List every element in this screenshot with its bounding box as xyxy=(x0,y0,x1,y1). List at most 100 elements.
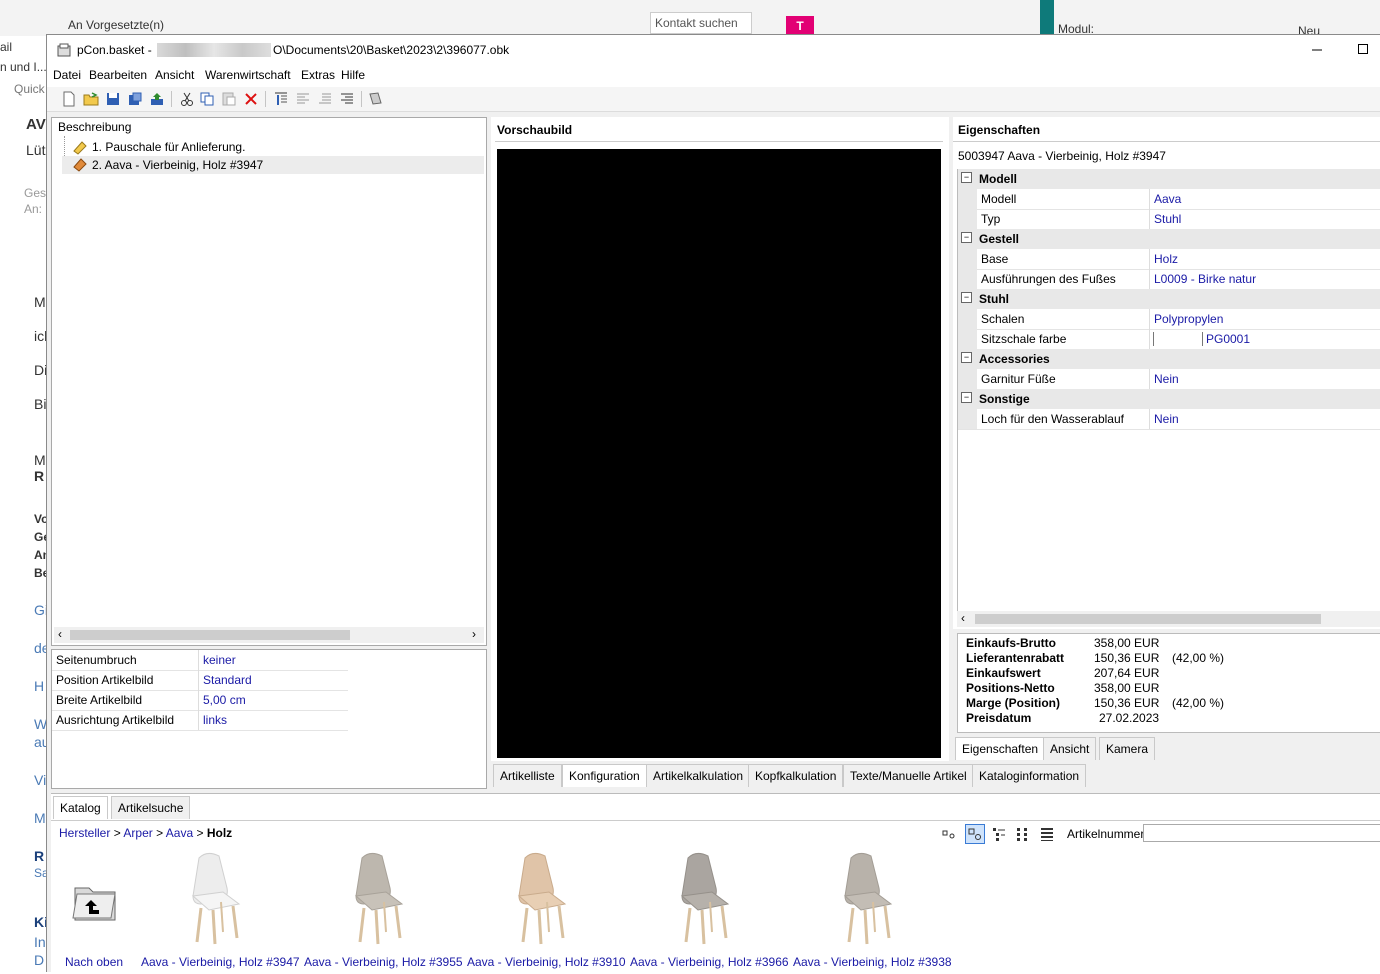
menu-bearbeiten[interactable]: Bearbeiten xyxy=(89,68,147,82)
right-tabs: Eigenschaften Ansicht Kamera xyxy=(953,737,1380,761)
tab-texte-manuelle-artikel[interactable]: Texte/Manuelle Artikel xyxy=(843,764,974,787)
property-row[interactable]: Modell Aava xyxy=(957,189,1380,210)
scroll-thumb[interactable] xyxy=(70,630,350,640)
catalog-item-chair[interactable]: Aava - Vierbeinig, Holz #3955 xyxy=(304,852,463,974)
catalog-item-label[interactable]: Aava - Vierbeinig, Holz #3938 xyxy=(793,955,952,969)
view-small-icons-icon[interactable] xyxy=(941,826,957,842)
catalog-item-chair[interactable]: Aava - Vierbeinig, Holz #3947 xyxy=(141,852,300,974)
price-row: Preisdatum 27.02.2023 xyxy=(966,711,1160,725)
collapse-icon[interactable]: − xyxy=(961,352,972,363)
group-gestell[interactable]: − Gestell xyxy=(957,229,1380,249)
tree-item-2[interactable]: 2. Aava - Vierbeinig, Holz #3947 xyxy=(62,156,484,174)
tab-artikelkalkulation[interactable]: Artikelkalkulation xyxy=(646,764,751,787)
tab-kamera[interactable]: Kamera xyxy=(1099,737,1156,760)
setting-row[interactable]: Seitenumbruch keiner xyxy=(52,650,348,671)
background-outlook-ribbon: An Vorgesetzte(n) Kontakt suchen T Modul… xyxy=(0,0,1380,38)
setting-row[interactable]: Breite Artikelbild 5,00 cm xyxy=(52,690,348,711)
window-path: O\Documents\20\Basket\2023\2\396077.obk xyxy=(273,43,510,57)
collapse-icon[interactable]: − xyxy=(961,392,972,403)
property-row[interactable]: Garnitur Füße Nein xyxy=(957,369,1380,390)
collapse-icon[interactable]: − xyxy=(961,232,972,243)
view-tiles-icon[interactable] xyxy=(1015,826,1031,842)
menu-extras[interactable]: Extras xyxy=(301,68,335,82)
catalog-item-label[interactable]: Aava - Vierbeinig, Holz #3966 xyxy=(630,955,789,969)
chair-thumbnail xyxy=(354,852,404,945)
maximize-button[interactable] xyxy=(1355,41,1371,57)
scroll-right-icon[interactable]: › xyxy=(472,627,476,641)
group-modell[interactable]: − Modell xyxy=(957,169,1380,189)
scroll-left-icon[interactable]: ‹ xyxy=(58,627,62,641)
indent-icon[interactable] xyxy=(317,91,333,107)
catalog-item-label[interactable]: Nach oben xyxy=(65,955,123,969)
open-icon[interactable] xyxy=(83,91,99,107)
menu-ansicht[interactable]: Ansicht xyxy=(155,68,194,82)
view-tree-icon[interactable] xyxy=(991,826,1007,842)
tab-katalog[interactable]: Katalog xyxy=(53,796,108,819)
paste-icon[interactable] xyxy=(221,91,237,107)
collapse-icon[interactable]: − xyxy=(961,292,972,303)
breadcrumb-aava[interactable]: Aava xyxy=(166,826,193,840)
catalog-item-label[interactable]: Aava - Vierbeinig, Holz #3947 xyxy=(141,955,300,969)
catalog-item-chair[interactable]: Aava - Vierbeinig, Holz #3938 xyxy=(793,852,952,974)
menu-hilfe[interactable]: Hilfe xyxy=(341,68,365,82)
group-accessories[interactable]: − Accessories xyxy=(957,349,1380,369)
tab-kopfkalkulation[interactable]: Kopfkalkulation xyxy=(748,764,844,787)
article-number-input[interactable] xyxy=(1143,824,1380,842)
copy-icon[interactable] xyxy=(199,91,215,107)
color-swatch[interactable] xyxy=(1153,332,1203,346)
outdent-icon[interactable] xyxy=(339,91,355,107)
menu-datei[interactable]: Datei xyxy=(53,68,81,82)
properties-horizontal-scrollbar[interactable]: ‹ xyxy=(957,611,1380,627)
scroll-thumb[interactable] xyxy=(975,614,1321,624)
property-row[interactable]: Sitzschale farbe PG0001 xyxy=(957,329,1380,350)
catalog-item-label[interactable]: Aava - Vierbeinig, Holz #3910 xyxy=(467,955,626,969)
property-row[interactable]: Base Holz xyxy=(957,249,1380,270)
price-row: Einkaufswert 207,64 EUR xyxy=(966,666,1160,680)
tab-eigenschaften[interactable]: Eigenschaften xyxy=(955,737,1046,760)
scroll-left-icon[interactable]: ‹ xyxy=(961,611,965,625)
delete-icon[interactable] xyxy=(243,91,259,107)
collapse-icon[interactable]: − xyxy=(961,172,972,183)
app-icon xyxy=(57,43,71,57)
tab-kataloginformation[interactable]: Kataloginformation xyxy=(972,764,1087,787)
breadcrumb-hersteller[interactable]: Hersteller xyxy=(59,826,110,840)
tab-konfiguration[interactable]: Konfiguration xyxy=(562,764,647,787)
align-top-icon[interactable] xyxy=(273,91,289,107)
book-icon[interactable] xyxy=(367,91,383,107)
chair-thumbnail xyxy=(191,852,241,945)
view-details-icon[interactable] xyxy=(1039,826,1055,842)
catalog-item-label[interactable]: Aava - Vierbeinig, Holz #3955 xyxy=(304,955,463,969)
align-icon[interactable] xyxy=(295,91,311,107)
property-row[interactable]: Schalen Polypropylen xyxy=(957,309,1380,330)
minimize-button[interactable] xyxy=(1309,41,1325,57)
catalog-item-chair[interactable]: Aava - Vierbeinig, Holz #3966 xyxy=(630,852,789,974)
group-sonstige[interactable]: − Sonstige xyxy=(957,389,1380,409)
tree-horizontal-scrollbar[interactable]: ‹ › xyxy=(54,627,484,643)
view-large-icons-icon[interactable] xyxy=(965,824,985,844)
save-as-icon[interactable] xyxy=(127,91,143,107)
save-icon[interactable] xyxy=(105,91,121,107)
tab-artikelliste[interactable]: Artikelliste xyxy=(493,764,562,787)
cut-icon[interactable] xyxy=(179,91,195,107)
export-icon[interactable] xyxy=(149,91,165,107)
setting-row[interactable]: Ausrichtung Artikelbild links xyxy=(52,710,348,731)
property-row[interactable]: Loch für den Wasserablauf Nein xyxy=(957,409,1380,430)
delivery-icon xyxy=(72,139,88,155)
tab-artikelsuche[interactable]: Artikelsuche xyxy=(111,796,191,819)
menu-warenwirtschaft[interactable]: Warenwirtschaft xyxy=(205,68,291,82)
tab-ansicht[interactable]: Ansicht xyxy=(1043,737,1097,760)
preview-canvas[interactable] xyxy=(497,149,941,758)
new-icon[interactable] xyxy=(61,91,77,107)
catalog-item-chair[interactable]: Aava - Vierbeinig, Holz #3910 xyxy=(467,852,626,974)
breadcrumb-arper[interactable]: Arper xyxy=(123,826,152,840)
catalog-item-up[interactable]: Nach oben xyxy=(55,852,151,974)
tree-item-1[interactable]: 1. Pauschale für Anlieferung. xyxy=(62,138,482,156)
telekom-icon: T xyxy=(786,16,814,36)
group-stuhl[interactable]: − Stuhl xyxy=(957,289,1380,309)
properties-header: Eigenschaften xyxy=(958,123,1041,137)
menu-bar: Datei Bearbeiten Ansicht Warenwirtschaft… xyxy=(47,65,1380,87)
setting-row[interactable]: Position Artikelbild Standard xyxy=(52,670,348,691)
property-row[interactable]: Typ Stuhl xyxy=(957,209,1380,230)
preview-panel: Vorschaubild xyxy=(491,117,949,761)
property-row[interactable]: Ausführungen des Fußes L0009 - Birke nat… xyxy=(957,269,1380,290)
